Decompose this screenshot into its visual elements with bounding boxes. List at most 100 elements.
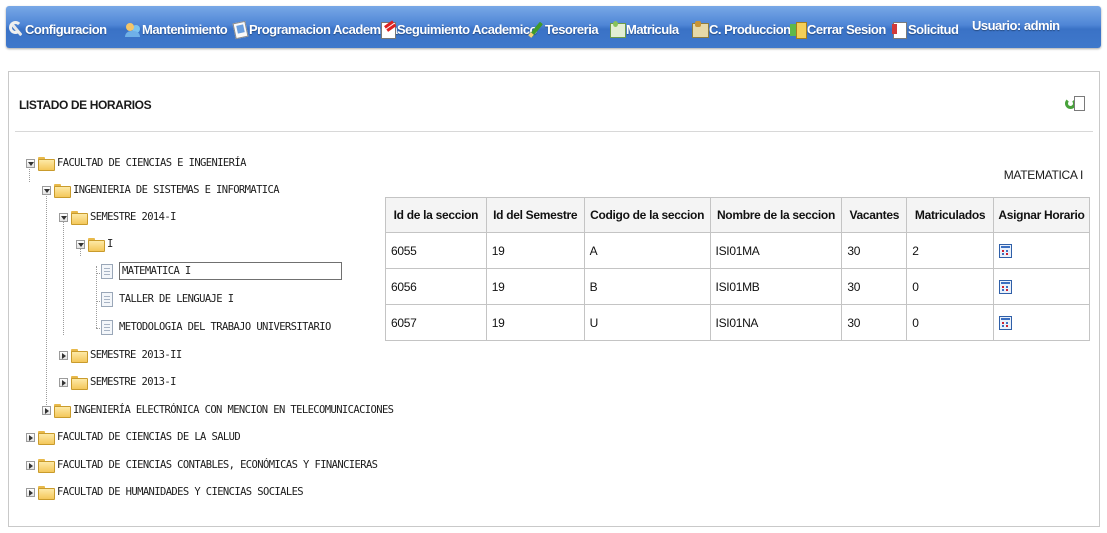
column-header: Asignar Horario [992, 197, 1091, 233]
cell-vacancies: 30 [841, 304, 908, 341]
cell-section-name: ISI01NA [709, 304, 843, 341]
tree-node-faculty[interactable]: FACULTAD DE CIENCIAS CONTABLES, ECONÓMIC… [26, 456, 378, 474]
collapse-toggle[interactable] [59, 212, 68, 222]
tree-label[interactable]: I [107, 238, 113, 250]
document-icon [101, 291, 113, 307]
tree-label[interactable]: FACULTAD DE HUMANIDADES Y CIENCIAS SOCIA… [57, 486, 304, 498]
nav-label: C. Produccion [709, 22, 791, 37]
tree-node-cycle[interactable]: I [76, 235, 113, 253]
cell-section-code: B [583, 268, 711, 305]
cell-assign-schedule [992, 304, 1091, 341]
nav-tesoreria[interactable]: Tesoreria [528, 18, 599, 38]
schedule-icon[interactable] [998, 243, 1012, 258]
folder-icon [38, 486, 55, 500]
collapse-toggle[interactable] [42, 185, 51, 195]
tree-node-faculty[interactable]: FACULTAD DE CIENCIAS DE LA SALUD [26, 428, 241, 446]
cell-semester-id: 19 [485, 232, 585, 269]
nav-label: Solicitud [908, 22, 959, 37]
tree-node-semester[interactable]: SEMESTRE 2014-I [59, 208, 176, 226]
cell-assign-schedule [992, 232, 1091, 269]
nav-solicitud[interactable]: Solicitud [891, 18, 959, 39]
tree-connector [96, 266, 97, 328]
expand-toggle[interactable] [59, 377, 68, 387]
cell-enrolled: 2 [906, 232, 994, 269]
tree-label[interactable]: TALLER DE LENGUAJE I [119, 293, 234, 305]
tree-node-semester[interactable]: SEMESTRE 2013-II [59, 346, 182, 364]
expand-toggle[interactable] [26, 460, 35, 470]
tree-node-school[interactable]: INGENIERÍA ELECTRÓNICA CON MENCION EN TE… [42, 401, 394, 419]
user-label: Usuario: admin [972, 18, 1060, 33]
tree-node-faculty[interactable]: FACULTAD DE HUMANIDADES Y CIENCIAS SOCIA… [26, 483, 304, 501]
cell-enrolled: 0 [906, 268, 994, 305]
content-panel: LISTADO DE HORARIOS FACULTAD DE CIENCIAS… [8, 71, 1100, 527]
cell-section-name: ISI01MB [709, 268, 843, 305]
column-header: Nombre de la seccion [709, 197, 843, 233]
nav-label: Tesoreria [545, 22, 599, 37]
production-icon [692, 21, 709, 38]
expand-toggle[interactable] [26, 432, 35, 442]
nav-c-produccion[interactable]: C. Produccion [692, 18, 791, 38]
top-nav-bar: Configuracion Mantenimiento Programacion… [6, 6, 1101, 48]
note-icon [380, 21, 396, 39]
nav-label: Cerrar Sesion [807, 22, 886, 37]
cell-section-id: 6056 [385, 268, 487, 305]
column-header: Vacantes [841, 197, 908, 233]
tree-label[interactable]: FACULTAD DE CIENCIAS CONTABLES, ECONÓMIC… [57, 459, 378, 471]
column-header: Id del Semestre [485, 197, 585, 233]
tree-label[interactable]: FACULTAD DE CIENCIAS DE LA SALUD [57, 431, 241, 443]
tree-label[interactable]: MATEMATICA I [119, 262, 342, 280]
sections-table: Id de la seccion Id del Semestre Codigo … [385, 197, 1091, 341]
tree-node-course[interactable]: TALLER DE LENGUAJE I [101, 290, 234, 308]
refresh-button[interactable] [1065, 94, 1087, 116]
cell-section-code: U [583, 304, 711, 341]
cell-vacancies: 30 [841, 268, 908, 305]
nav-configuracion[interactable]: Configuracion [8, 18, 107, 38]
expand-toggle[interactable] [26, 487, 35, 497]
cell-vacancies: 30 [841, 232, 908, 269]
folder-icon [54, 404, 71, 418]
logout-icon [790, 21, 807, 39]
collapse-toggle[interactable] [26, 158, 35, 168]
nav-matricula[interactable]: Matricula [609, 18, 679, 38]
cell-enrolled: 0 [906, 304, 994, 341]
folder-icon [88, 238, 105, 252]
nav-mantenimiento[interactable]: Mantenimiento [125, 18, 228, 38]
document-icon [101, 319, 113, 335]
book-icon [232, 21, 248, 38]
tree-label[interactable]: INGENIERIA DE SISTEMAS E INFORMATICA [73, 184, 280, 196]
folder-icon [71, 349, 88, 363]
schedule-icon[interactable] [998, 279, 1012, 294]
cell-semester-id: 19 [485, 268, 585, 305]
table-row: 6057 19 U ISI01NA 30 0 [385, 304, 1091, 341]
nav-programacion-academica[interactable]: Programacion Academica [232, 18, 398, 38]
column-header: Matriculados [906, 197, 994, 233]
page-title: LISTADO DE HORARIOS [19, 98, 152, 112]
nav-seguimiento-academico[interactable]: Seguimiento Academico [380, 18, 538, 39]
folder-icon [38, 157, 55, 171]
people-icon [125, 21, 141, 38]
nav-label: Seguimiento Academico [397, 22, 538, 37]
tree-label[interactable]: SEMESTRE 2013-I [90, 376, 176, 388]
document-icon [101, 263, 113, 279]
table-header-row: Id de la seccion Id del Semestre Codigo … [385, 197, 1091, 233]
expand-toggle[interactable] [59, 350, 68, 360]
tree-label[interactable]: SEMESTRE 2014-I [90, 211, 176, 223]
tree-node-semester[interactable]: SEMESTRE 2013-I [59, 373, 176, 391]
tree-node-course-selected[interactable]: MATEMATICA I [101, 262, 342, 280]
enrollment-icon [609, 21, 626, 38]
tree-node-faculty[interactable]: FACULTAD DE CIENCIAS E INGENIERÍA [26, 154, 246, 172]
folder-icon [38, 459, 55, 473]
selected-course-label: MATEMATICA I [1003, 168, 1084, 182]
column-header: Id de la seccion [385, 197, 487, 233]
tree-label[interactable]: FACULTAD DE CIENCIAS E INGENIERÍA [57, 157, 246, 169]
document-icon [1074, 96, 1085, 111]
collapse-toggle[interactable] [76, 239, 85, 249]
schedule-icon[interactable] [998, 315, 1012, 330]
tree-label[interactable]: METODOLOGIA DEL TRABAJO UNIVERSITARIO [119, 321, 331, 333]
tree-label[interactable]: INGENIERÍA ELECTRÓNICA CON MENCION EN TE… [73, 404, 394, 416]
tree-node-course[interactable]: METODOLOGIA DEL TRABAJO UNIVERSITARIO [101, 318, 331, 336]
expand-toggle[interactable] [42, 405, 51, 415]
nav-cerrar-sesion[interactable]: Cerrar Sesion [790, 18, 886, 39]
tree-label[interactable]: SEMESTRE 2013-II [90, 349, 182, 361]
tree-node-school[interactable]: INGENIERIA DE SISTEMAS E INFORMATICA [42, 181, 280, 199]
